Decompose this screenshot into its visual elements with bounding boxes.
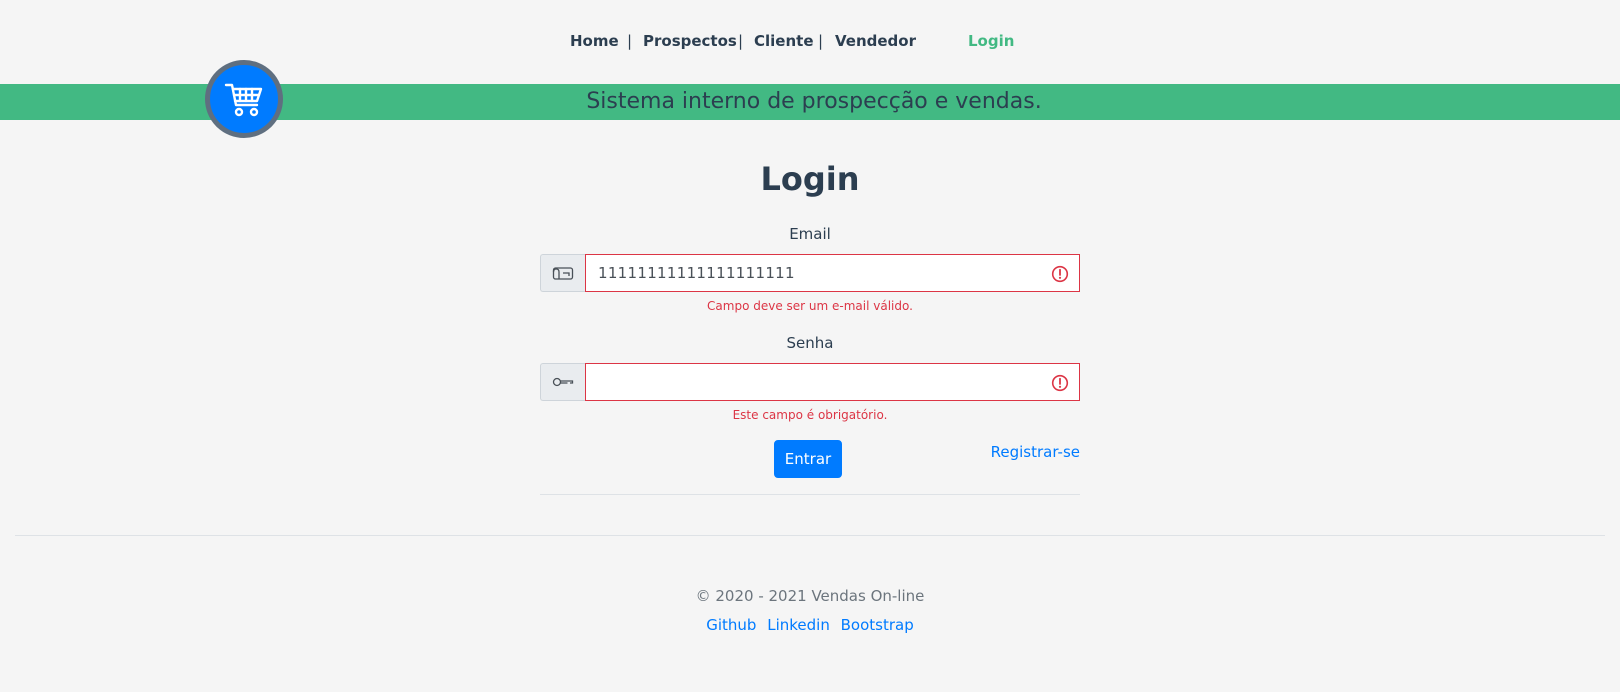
email-label: Email <box>789 225 831 243</box>
mailbox-icon <box>540 254 585 292</box>
form-divider <box>540 494 1080 495</box>
email-field[interactable]: 11111111111111111111 <box>585 254 1080 292</box>
password-label: Senha <box>786 334 834 352</box>
footer-link-linkedin[interactable]: Linkedin <box>767 616 830 634</box>
email-input-group: 11111111111111111111 <box>540 254 1080 292</box>
footer-copyright: © 2020 - 2021 Vendas On-line <box>695 587 925 605</box>
key-icon <box>540 363 585 401</box>
nav-link-cliente[interactable]: Cliente <box>754 32 814 50</box>
password-input-group <box>540 363 1080 401</box>
error-icon <box>1051 265 1069 283</box>
footer-links: Github Linkedin Bootstrap <box>0 616 1620 634</box>
email-error-message: Campo deve ser um e-mail válido. <box>707 299 913 313</box>
error-icon <box>1051 374 1069 392</box>
footer-link-bootstrap[interactable]: Bootstrap <box>841 616 914 634</box>
nav-link-home[interactable]: Home <box>570 32 619 50</box>
password-field[interactable] <box>585 363 1080 401</box>
nav-link-vendedor[interactable]: Vendedor <box>835 32 916 50</box>
nav-separator: | <box>627 32 633 50</box>
nav-link-login[interactable]: Login <box>968 32 1014 50</box>
page-title: Login <box>760 160 860 198</box>
nav-separator: | <box>738 32 744 50</box>
nav-separator: | <box>818 32 824 50</box>
top-nav: Home | Prospectos | Cliente | Vendedor L… <box>0 32 1620 54</box>
banner-title: Sistema interno de prospecção e vendas. <box>586 89 1042 114</box>
register-link[interactable]: Registrar-se <box>980 443 1080 461</box>
submit-button[interactable]: Entrar <box>774 440 842 478</box>
password-error-message: Este campo é obrigatório. <box>732 408 888 422</box>
footer-link-github[interactable]: Github <box>706 616 756 634</box>
footer-divider <box>15 535 1605 536</box>
nav-link-prospectos[interactable]: Prospectos <box>643 32 737 50</box>
email-field-value: 11111111111111111111 <box>598 264 795 282</box>
shopping-cart-icon <box>224 83 263 117</box>
logo <box>205 60 283 138</box>
